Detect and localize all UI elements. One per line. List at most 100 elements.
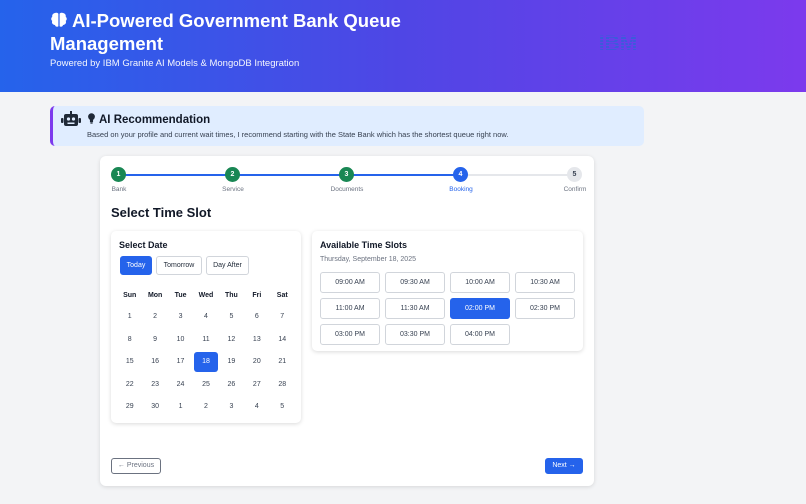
calendar-day[interactable]: 1 [118,307,141,327]
step-5-circle: 5 [567,167,582,182]
calendar-day[interactable]: 9 [143,330,166,350]
calendar-day[interactable]: 24 [169,375,192,395]
step-4-label: Booking [449,186,473,193]
calendar-grid: Sun Mon Tue Wed Thu Fri Sat 1 2 3 4 5 6 … [117,286,295,419]
step-1-circle: 1 [111,167,126,182]
next-button[interactable]: Next → [545,458,583,474]
step-4-circle: 4 [453,167,468,182]
step-3-label: Documents [330,186,364,193]
stepper-progress-line [119,174,461,176]
tomorrow-button[interactable]: Tomorrow [156,256,202,275]
weekday-label: Sun [123,292,137,299]
time-slot-selected[interactable]: 02:00 PM [450,298,510,319]
step-1-label: Bank [111,186,127,193]
calendar-day[interactable]: 27 [245,375,268,395]
time-slot[interactable]: 11:30 AM [385,298,445,319]
time-slot[interactable]: 03:00 PM [320,324,380,345]
calendar-day[interactable]: 7 [271,307,294,327]
step-5-label: Confirm [563,186,587,193]
step-2-label: Service [222,186,244,193]
calendar-day[interactable]: 2 [143,307,166,327]
calendar-week-row: 29 30 1 2 3 4 5 [117,396,295,419]
time-slot[interactable]: 10:30 AM [515,272,575,293]
today-button[interactable]: Today [120,256,152,275]
calendar-day[interactable]: 28 [271,375,294,395]
lightbulb-icon [88,113,95,124]
calendar-day[interactable]: 16 [143,352,166,372]
weekday-label: Tue [174,292,187,299]
calendar-week-row: 15 16 17 18 19 20 21 [117,351,295,374]
calendar-day[interactable]: 2 [194,397,217,417]
date-panel-title: Select Date [119,240,168,250]
time-slot[interactable]: 02:30 PM [515,298,575,319]
calendar-day[interactable]: 20 [245,352,268,372]
booking-card: 1 2 3 4 5 Bank Service Documents Booking… [100,156,594,486]
calendar-day[interactable]: 6 [245,307,268,327]
calendar-day[interactable]: 4 [245,397,268,417]
brain-icon [51,12,67,27]
calendar-day[interactable]: 5 [271,397,294,417]
previous-button[interactable]: ← Previous [111,458,161,474]
weekday-label: Mon [147,292,163,299]
calendar-day-selected[interactable]: 18 [194,352,218,373]
weekday-label: Sat [276,292,288,299]
calendar-week-row: 22 23 24 25 26 27 28 [117,374,295,397]
time-slot[interactable]: 04:00 PM [450,324,510,345]
arrow-left-icon: ← [117,462,125,469]
ibm-logo: IBM [599,32,638,53]
time-slot[interactable]: 10:00 AM [450,272,510,293]
calendar-day[interactable]: 22 [118,375,141,395]
ai-recommendation: AI Recommendation Based on your profile … [50,106,644,146]
calendar-day[interactable]: 13 [245,330,268,350]
calendar-day[interactable]: 21 [271,352,294,372]
calendar-day[interactable]: 3 [169,307,192,327]
calendar-day[interactable]: 10 [169,330,192,350]
ai-title-text: AI Recommendation [99,114,211,126]
svg-text:IBM: IBM [599,32,638,53]
calendar-day[interactable]: 5 [220,307,243,327]
ai-message: Based on your profile and current wait t… [87,130,509,139]
calendar-day[interactable]: 19 [220,352,243,372]
calendar-day[interactable]: 3 [220,397,243,417]
calendar-day[interactable]: 29 [118,397,141,417]
weekday-label: Wed [198,292,214,299]
calendar-day[interactable]: 23 [143,375,166,395]
time-slots-panel: Available Time Slots Thursday, September… [312,231,583,351]
time-slot[interactable]: 03:30 PM [385,324,445,345]
step-3-circle: 3 [339,167,354,182]
slots-panel-title: Available Time Slots [320,240,408,250]
calendar-weekday-row: Sun Mon Tue Wed Thu Fri Sat [117,286,295,306]
robot-icon [61,111,81,126]
page-title: AI-Powered Government Bank Queue Managem… [50,9,450,55]
weekday-label: Thu [224,292,238,299]
calendar-day[interactable]: 8 [118,330,141,350]
time-slot[interactable]: 09:00 AM [320,272,380,293]
date-picker-panel: Select Date Today Tomorrow Day After Sun… [111,231,301,423]
calendar-day[interactable]: 17 [169,352,192,372]
calendar-day[interactable]: 14 [271,330,294,350]
time-slot[interactable]: 11:00 AM [320,298,380,319]
calendar-day[interactable]: 15 [118,352,141,372]
calendar-day[interactable]: 30 [143,397,166,417]
step-2-circle: 2 [225,167,240,182]
weekday-label: Fri [252,292,262,299]
calendar-day[interactable]: 25 [194,375,217,395]
calendar-day[interactable]: 11 [194,330,217,350]
ai-title: AI Recommendation [87,113,210,126]
app-header: AI-Powered Government Bank Queue Managem… [0,0,806,92]
time-slot[interactable]: 09:30 AM [385,272,445,293]
calendar-day[interactable]: 26 [220,375,243,395]
section-title: Select Time Slot [111,205,212,220]
header-title-text: AI-Powered Government Bank Queue Managem… [50,10,401,54]
stepper-remaining-line [461,174,575,176]
calendar-day[interactable]: 12 [220,330,243,350]
calendar-day[interactable]: 1 [169,397,192,417]
calendar-week-row: 8 9 10 11 12 13 14 [117,329,295,352]
calendar-day[interactable]: 4 [194,307,217,327]
slots-date: Thursday, September 18, 2025 [320,256,416,263]
arrow-right-icon: → [568,462,576,469]
calendar-week-row: 1 2 3 4 5 6 7 [117,306,295,329]
day-after-button[interactable]: Day After [206,256,249,275]
next-label: Next [552,462,567,469]
previous-label: Previous [126,462,155,469]
